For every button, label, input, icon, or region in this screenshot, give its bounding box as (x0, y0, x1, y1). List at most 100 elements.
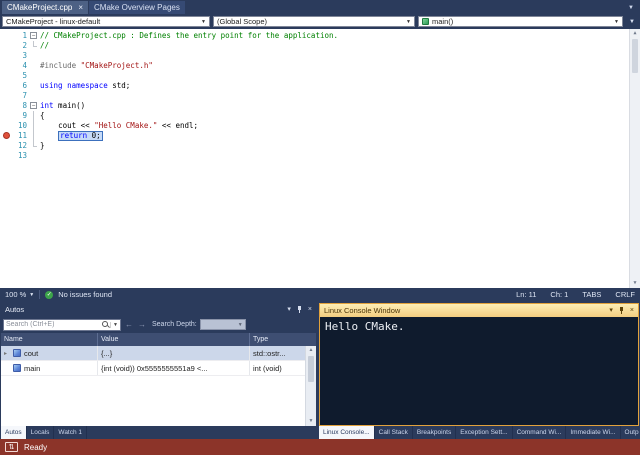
scroll-down-icon[interactable]: ▼ (306, 417, 316, 426)
fold-margin[interactable] (29, 91, 40, 101)
nav-forward-button[interactable]: → (137, 316, 147, 333)
breakpoint-margin[interactable] (0, 61, 13, 71)
console-panel: Linux Console Window ▾ × Hello CMake. Li… (319, 303, 639, 439)
grid-column-header[interactable]: Type (250, 333, 305, 346)
code-editor[interactable]: 1−// CMakeProject.cpp : Defines the entr… (0, 29, 640, 288)
tabs-mode-indicator: TABS (582, 290, 601, 299)
chevron-down-icon[interactable]: ▼ (110, 322, 120, 328)
doc-tab-label: CMake Overview Pages (94, 3, 180, 12)
collapse-icon[interactable]: − (30, 32, 37, 39)
line-number: 4 (13, 61, 29, 71)
console-tab[interactable]: Immediate Wi... (566, 426, 620, 439)
breakpoint-margin[interactable] (0, 51, 13, 61)
navbar-overflow-button[interactable]: ▼ (626, 16, 638, 27)
chevron-down-icon[interactable]: ▾ (287, 303, 291, 316)
fold-margin[interactable] (29, 81, 40, 91)
code-line: 4#include "CMakeProject.h" (0, 61, 629, 71)
code-line: 9{ (0, 111, 629, 121)
breakpoint-margin[interactable] (0, 91, 13, 101)
fold-margin[interactable] (29, 61, 40, 71)
grid-column-header[interactable]: Value (98, 333, 250, 346)
nav-back-button[interactable]: ← (124, 316, 134, 333)
breakpoint-margin[interactable] (0, 131, 13, 141)
search-depth-combo[interactable]: ▼ (200, 319, 246, 330)
cell-name: ▸cout (1, 346, 98, 360)
console-tab[interactable]: Exception Sett... (456, 426, 512, 439)
fold-guide (33, 111, 34, 121)
expander-icon[interactable]: ▸ (4, 350, 10, 357)
console-tab[interactable]: Command Wi... (513, 426, 567, 439)
scrollbar-thumb[interactable] (632, 39, 638, 73)
autos-search-box[interactable]: ▼ (3, 319, 121, 331)
chevron-down-icon: ▼ (402, 19, 411, 25)
fold-margin[interactable]: − (29, 101, 40, 111)
member-combo[interactable]: main() ▼ (418, 16, 623, 27)
fold-margin[interactable] (29, 111, 40, 121)
breakpoint-margin[interactable] (0, 81, 13, 91)
breakpoint-margin[interactable] (0, 31, 13, 41)
pin-icon[interactable] (618, 306, 625, 315)
breakpoint-margin[interactable] (0, 121, 13, 131)
breakpoint-margin[interactable] (0, 111, 13, 121)
fold-margin[interactable] (29, 41, 40, 51)
doc-tab[interactable]: CMakeProject.cpp × (2, 1, 88, 14)
breakpoint-margin[interactable] (0, 151, 13, 161)
fold-margin[interactable] (29, 151, 40, 161)
code-text: return 0; (40, 131, 629, 141)
pin-icon[interactable] (296, 305, 303, 314)
code-segment: } (40, 141, 45, 150)
autos-tab[interactable]: Autos (1, 426, 27, 439)
line-number: 1 (13, 31, 29, 41)
close-icon[interactable]: × (308, 303, 312, 316)
chevron-down-icon: ▼ (29, 292, 34, 298)
code-text: using namespace std; (40, 81, 629, 91)
breakpoint-margin[interactable] (0, 141, 13, 151)
tab-list-dropdown-icon[interactable]: ▼ (624, 5, 638, 11)
issues-status[interactable]: No issues found (58, 290, 112, 299)
zoom-control[interactable]: 100 % ▼ (5, 290, 34, 299)
doc-tab-label: CMakeProject.cpp (7, 3, 72, 12)
close-icon[interactable]: × (630, 304, 634, 317)
scope-combo[interactable]: (Global Scope) ▼ (213, 16, 415, 27)
code-segment: << endl; (157, 121, 198, 130)
autos-scrollbar[interactable]: ▲ ▼ (305, 346, 316, 426)
breakpoint-margin[interactable] (0, 41, 13, 51)
close-icon[interactable]: × (78, 4, 83, 12)
search-input[interactable] (4, 321, 101, 328)
breakpoint-icon[interactable] (3, 132, 10, 139)
breakpoint-margin[interactable] (0, 101, 13, 111)
fold-margin[interactable] (29, 121, 40, 131)
fold-margin[interactable] (29, 141, 40, 151)
table-row[interactable]: main{int (void)) 0x5555555551a9 <...int … (1, 361, 316, 376)
scroll-up-icon[interactable]: ▲ (630, 29, 640, 38)
autos-tab[interactable]: Watch 1 (54, 426, 87, 439)
autos-tab[interactable]: Locals (27, 426, 55, 439)
doc-tab[interactable]: CMake Overview Pages (89, 1, 185, 14)
fold-margin[interactable]: − (29, 31, 40, 41)
scroll-up-icon[interactable]: ▲ (306, 346, 316, 355)
project-combo[interactable]: CMakeProject - linux-default ▼ (2, 16, 210, 27)
fold-margin[interactable] (29, 51, 40, 61)
chevron-down-icon[interactable]: ▾ (609, 304, 613, 317)
fold-margin[interactable] (29, 131, 40, 141)
console-tab[interactable]: Linux Console... (319, 426, 375, 439)
grid-column-header[interactable]: Name (1, 333, 98, 346)
console-tab[interactable]: Call Stack (375, 426, 413, 439)
console-tab[interactable]: Output (621, 426, 639, 439)
code-line: 5 (0, 71, 629, 81)
editor-vertical-scrollbar[interactable]: ▲ ▼ (629, 29, 640, 288)
scrollbar-thumb[interactable] (308, 356, 314, 382)
table-row[interactable]: ▸cout{...}std::ostr... (1, 346, 316, 361)
collapse-icon[interactable]: − (30, 102, 37, 109)
code-text: // (40, 41, 629, 51)
console-tab[interactable]: Breakpoints (413, 426, 456, 439)
autos-panel: Autos ▾ × ▼ ← → Search Depth: ▼ (1, 303, 316, 439)
console-output[interactable]: Hello CMake. (320, 317, 638, 425)
background-tasks-icon[interactable]: ⇅ (5, 442, 18, 452)
code-line: 13 (0, 151, 629, 161)
breakpoint-margin[interactable] (0, 71, 13, 81)
fold-margin[interactable] (29, 71, 40, 81)
line-number: 10 (13, 121, 29, 131)
cell-value: {int (void)) 0x5555555551a9 <... (98, 361, 250, 375)
scroll-down-icon[interactable]: ▼ (630, 279, 640, 288)
